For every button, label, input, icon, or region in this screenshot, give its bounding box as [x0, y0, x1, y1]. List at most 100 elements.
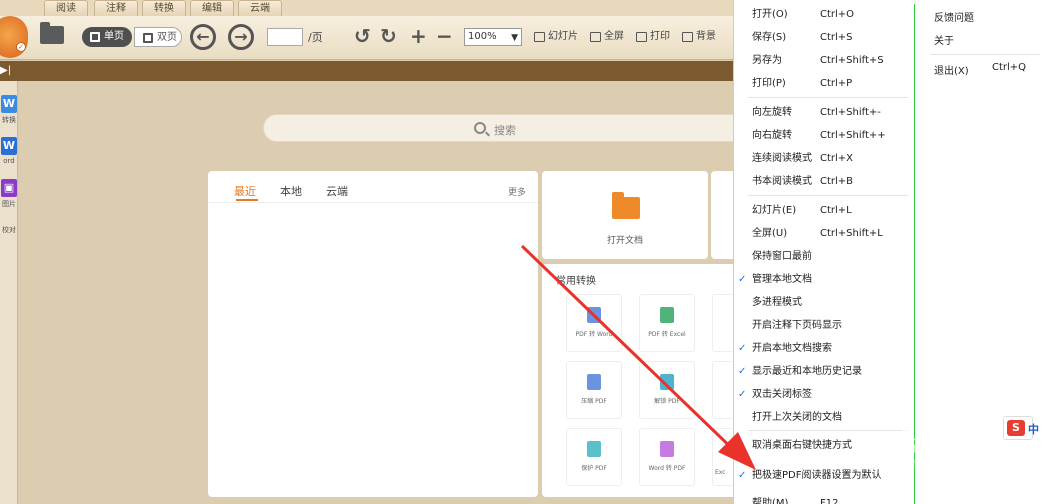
checkmark-icon: ✓ — [738, 366, 747, 377]
background-button[interactable]: 背景 — [682, 29, 716, 45]
menu-item[interactable]: 向左旋转 Ctrl+Shift+- — [734, 103, 914, 123]
tab-recent[interactable]: 最近 — [234, 183, 256, 199]
menu-item-label: 开启本地文档搜索 — [752, 343, 832, 354]
menu-item[interactable]: ✓ 显示最近和本地历史记录 — [734, 362, 914, 382]
menu-item[interactable]: 帮助(M) F12 — [734, 494, 914, 504]
menu-item-shortcut: Ctrl+Shift++ — [820, 130, 886, 141]
zoom-out-icon[interactable]: − — [436, 26, 453, 46]
prev-page-button[interactable]: ← — [190, 24, 216, 50]
menu-item[interactable]: ✓ 把极速PDF阅读器设置为默认 — [734, 466, 914, 486]
more-link[interactable]: 更多 — [508, 185, 526, 198]
sogou-icon: S — [1007, 420, 1025, 436]
sidebar-item-image[interactable]: ▣ 图片 — [0, 179, 18, 209]
menu-item[interactable]: 退出(X) Ctrl+Q — [934, 62, 1026, 77]
menu-separator — [748, 195, 908, 196]
menu-item-label: 多进程模式 — [752, 297, 802, 308]
menu-item[interactable]: 连续阅读模式 Ctrl+X — [734, 149, 914, 169]
unlock-pdf-icon — [660, 374, 674, 390]
page-number-input[interactable] — [267, 28, 303, 46]
open-folder-icon[interactable] — [40, 22, 64, 44]
menu-item-shortcut: Ctrl+Shift+- — [820, 107, 881, 118]
open-document-card[interactable]: 打开文档 — [542, 171, 708, 259]
tab-convert[interactable]: 转换 — [142, 0, 186, 16]
conversions-title: 常用转换 — [556, 276, 596, 287]
menu-item[interactable]: 保持窗口最前 — [734, 247, 914, 267]
menu-item-shortcut: Ctrl+B — [820, 176, 854, 187]
word-to-pdf-tile[interactable]: Word 转 PDF — [639, 428, 695, 486]
menu-item[interactable]: ✓ 双击关闭标签 — [734, 385, 914, 405]
collapse-sidebar-icon[interactable]: ▶| — [0, 65, 11, 76]
checkmark-icon: ✓ — [738, 470, 747, 481]
menu-item[interactable]: 打印(P) Ctrl+P — [734, 74, 914, 94]
unlock-pdf-tile[interactable]: 解锁 PDF — [639, 361, 695, 419]
menu-item[interactable]: 开启注释下页码显示 — [734, 316, 914, 336]
zoom-select[interactable]: 100% ▼ — [464, 28, 522, 46]
menu-item[interactable]: ✓ 开启本地文档搜索 — [734, 339, 914, 359]
tab-local[interactable]: 本地 — [280, 183, 302, 199]
pdf-to-word-tile[interactable]: PDF 转 Word — [566, 294, 622, 352]
tab-cloud-files[interactable]: 云端 — [326, 183, 348, 199]
tab-cloud[interactable]: 云端 — [238, 0, 282, 16]
rotate-left-icon[interactable]: ↺ — [354, 26, 371, 46]
open-document-label: 打开文档 — [606, 236, 643, 246]
secondary-card[interactable] — [711, 171, 734, 259]
menu-item-shortcut: Ctrl+Q — [992, 62, 1027, 73]
fullscreen-icon — [590, 32, 601, 42]
compress-pdf-icon — [587, 374, 601, 390]
zoom-in-icon[interactable]: + — [410, 26, 427, 46]
divider — [208, 202, 538, 203]
double-page-button[interactable]: 双页 — [134, 27, 182, 47]
menu-item[interactable]: 另存为 Ctrl+Shift+S — [734, 51, 914, 71]
menu-item[interactable]: 书本阅读模式 Ctrl+B — [734, 172, 914, 192]
partial-tile[interactable] — [712, 361, 734, 419]
partial-tile[interactable] — [712, 294, 734, 352]
search-placeholder: 搜索 — [494, 124, 516, 137]
word-convert-icon: W — [1, 95, 17, 113]
compress-pdf-tile[interactable]: 压缩 PDF — [566, 361, 622, 419]
menu-item-label: 向左旋转 — [752, 107, 792, 118]
sidebar-item-convert[interactable]: W 转换 — [0, 95, 18, 125]
next-page-button[interactable]: → — [228, 24, 254, 50]
menu-item[interactable]: 幻灯片(E) Ctrl+L — [734, 201, 914, 221]
protect-pdf-tile[interactable]: 保护 PDF — [566, 428, 622, 486]
menu-item[interactable]: 关于 — [934, 32, 954, 47]
tab-edit[interactable]: 编辑 — [190, 0, 234, 16]
ime-indicator[interactable]: S 中 — [1003, 416, 1039, 440]
slideshow-button[interactable]: 幻灯片 — [534, 29, 578, 45]
fullscreen-button[interactable]: 全屏 — [590, 29, 624, 45]
checkmark-icon: ✓ — [738, 389, 747, 400]
partial-tile[interactable]: Exc — [712, 428, 734, 486]
app-logo-icon[interactable]: ✓ — [0, 16, 28, 58]
single-page-button[interactable]: 单页 — [82, 27, 132, 47]
menu-item-shortcut: Ctrl+L — [820, 205, 852, 216]
menu-item-label: 全屏(U) — [752, 228, 788, 239]
folder-icon — [612, 192, 640, 219]
menu-item[interactable]: ✓ 管理本地文档 — [734, 270, 914, 290]
word-to-pdf-icon — [660, 441, 674, 457]
menu-item[interactable]: 全屏(U) Ctrl+Shift+L — [734, 224, 914, 244]
tab-annotate[interactable]: 注释 — [94, 0, 138, 16]
menu-item-label: 幻灯片(E) — [752, 205, 797, 216]
menu-item[interactable]: 打开(O) Ctrl+O — [734, 5, 914, 25]
search-bar[interactable]: 搜索 — [263, 114, 783, 142]
menu-item[interactable]: 反馈问题 — [934, 9, 974, 24]
print-button[interactable]: 打印 — [636, 29, 670, 45]
menu-item[interactable]: 多进程模式 — [734, 293, 914, 313]
tab-read[interactable]: 阅读 — [44, 0, 88, 16]
menu-item-label: 另存为 — [752, 55, 782, 66]
menu-item[interactable]: 保存(S) Ctrl+S — [734, 28, 914, 48]
watermark-url: jingyan.baidu.com — [880, 458, 973, 469]
menu-separator — [930, 54, 1040, 55]
left-sidebar: W 转换 W ord ▣ 图片 校对 — [0, 81, 18, 504]
recent-files-panel: 最近 本地 云端 更多 — [208, 171, 538, 497]
background-icon — [682, 32, 693, 42]
sidebar-item-word[interactable]: W ord — [0, 137, 18, 165]
rotate-right-icon[interactable]: ↻ — [380, 26, 397, 46]
chevron-down-icon: ▼ — [511, 33, 518, 43]
sidebar-item-proofread[interactable]: 校对 — [0, 225, 18, 235]
menu-item[interactable]: 向右旋转 Ctrl+Shift++ — [734, 126, 914, 146]
pdf-to-excel-tile[interactable]: PDF 转 Excel — [639, 294, 695, 352]
menu-item-label: 取消桌面右键快捷方式 — [752, 440, 852, 451]
menu-item-label: 退出(X) — [934, 66, 969, 77]
checkmark-icon: ✓ — [738, 343, 747, 354]
